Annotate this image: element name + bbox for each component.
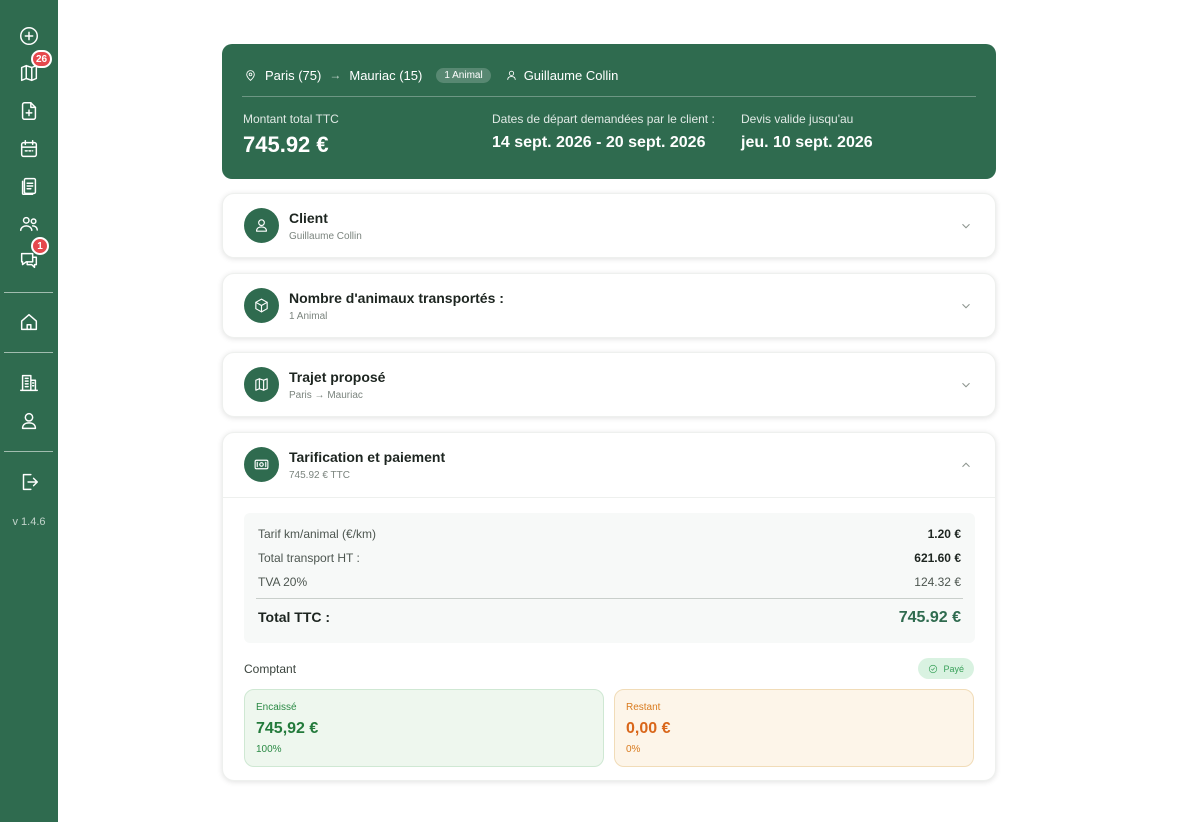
pricing-row: Total transport HT : 621.60 € <box>258 551 961 565</box>
logout-icon[interactable] <box>14 467 44 497</box>
location-pin-icon <box>246 69 255 81</box>
total-amount-block: Montant total TTC 745.92 € <box>243 112 339 158</box>
users-icon[interactable] <box>14 209 44 239</box>
origin-city: Paris (75) <box>265 67 322 83</box>
calendar-icon[interactable] <box>14 134 44 164</box>
section-subtitle: 745.92 € TTC <box>289 470 350 481</box>
messages-badge: 1 <box>31 237 49 255</box>
pricing-breakdown: Tarif km/animal (€/km) 1.20 € Total tran… <box>244 513 975 643</box>
map-icon <box>244 367 279 402</box>
pricing-body: Tarif km/animal (€/km) 1.20 € Total tran… <box>223 497 995 767</box>
messages-icon[interactable]: 1 <box>14 237 49 275</box>
section-subtitle: 1 Animal <box>289 311 328 322</box>
chevron-up-icon[interactable] <box>959 458 973 472</box>
pricing-row-label: Total transport HT : <box>258 551 360 565</box>
section-title: Trajet proposé <box>289 369 386 385</box>
pricing-row-label: TVA 20% <box>258 575 308 589</box>
quote-valid-block: Devis valide jusqu'au jeu. 10 sept. 2026 <box>741 112 873 152</box>
sidebar-divider <box>4 292 53 293</box>
banknote-icon <box>244 447 279 482</box>
sidebar-divider <box>4 352 53 353</box>
client-name: Guillaume Collin <box>523 67 619 83</box>
animal-count-pill: 1 Animal <box>436 67 491 83</box>
map-badge: 26 <box>31 50 53 68</box>
departure-dates-value: 14 sept. 2026 - 20 sept. 2026 <box>492 134 706 151</box>
chevron-down-icon[interactable] <box>959 378 973 392</box>
remaining-amount-card: Restant 0,00 € 0% <box>614 689 974 767</box>
animals-section-header[interactable]: Nombre d'animaux transportés : 1 Animal <box>223 274 995 338</box>
departure-dates-block: Dates de départ demandées par le client … <box>492 112 715 152</box>
user-icon <box>506 70 516 80</box>
section-title: Tarification et paiement <box>289 449 446 465</box>
departure-dates-label: Dates de départ demandées par le client … <box>492 112 715 126</box>
collected-value: 745,92 € <box>256 720 319 737</box>
route-section: Trajet proposé Paris → Mauriac <box>222 352 996 417</box>
pricing-row-value: 621.60 € <box>914 551 961 565</box>
pricing-total-value: 745.92 € <box>898 609 961 626</box>
documents-icon[interactable] <box>14 171 44 201</box>
home-icon[interactable] <box>14 307 44 337</box>
app-version: v 1.4.6 <box>12 516 46 528</box>
file-plus-icon[interactable] <box>14 96 44 126</box>
sidebar: 26 1 v 1.4.6 <box>0 0 58 822</box>
section-subtitle: Guillaume Collin <box>289 231 362 242</box>
add-circle-icon[interactable] <box>14 21 44 51</box>
collected-label: Encaissé <box>256 702 297 713</box>
section-subtitle: Paris → Mauriac <box>289 390 363 401</box>
client-section: Client Guillaume Collin <box>222 193 996 258</box>
box-icon <box>244 288 279 323</box>
pricing-row-value: 124.32 € <box>914 575 961 589</box>
header-divider <box>242 96 976 97</box>
remaining-percent: 0% <box>626 744 641 755</box>
route-summary: Paris (75) → Mauriac (15) 1 Animal Guill… <box>244 66 618 84</box>
chevron-down-icon[interactable] <box>959 299 973 313</box>
pricing-row-label: Tarif km/animal (€/km) <box>258 527 377 541</box>
collected-percent: 100% <box>256 744 282 755</box>
destination-city: Mauriac (15) <box>349 67 423 83</box>
route-section-header[interactable]: Trajet proposé Paris → Mauriac <box>223 353 995 417</box>
pricing-row: Tarif km/animal (€/km) 1.20 € <box>258 527 961 541</box>
building-icon[interactable] <box>14 368 44 398</box>
payment-status-label: Payé <box>943 663 964 674</box>
user-icon[interactable] <box>14 406 44 436</box>
pricing-total: Total TTC : 745.92 € <box>258 609 961 627</box>
quote-valid-value: jeu. 10 sept. 2026 <box>741 134 873 151</box>
check-circle-icon <box>929 664 938 673</box>
quote-valid-label: Devis valide jusqu'au <box>741 112 854 126</box>
client-section-header[interactable]: Client Guillaume Collin <box>223 194 995 258</box>
arrow-right-icon: → <box>329 68 342 82</box>
sidebar-divider <box>4 451 53 452</box>
quote-summary-card: Paris (75) → Mauriac (15) 1 Animal Guill… <box>222 44 996 179</box>
collected-amount-card: Encaissé 745,92 € 100% <box>244 689 604 767</box>
remaining-label: Restant <box>626 702 661 713</box>
pricing-section: Tarification et paiement 745.92 € TTC Ta… <box>222 432 996 781</box>
section-title: Client <box>289 210 328 226</box>
pricing-row: TVA 20% 124.32 € <box>258 575 961 589</box>
total-amount-label: Montant total TTC <box>243 112 339 126</box>
animals-section: Nombre d'animaux transportés : 1 Animal <box>222 273 996 338</box>
total-amount-value: 745.92 € <box>243 132 329 157</box>
pricing-section-header[interactable]: Tarification et paiement 745.92 € TTC <box>223 433 995 497</box>
map-icon[interactable]: 26 <box>14 50 53 88</box>
client-name-summary: Guillaume Collin <box>505 67 619 83</box>
payment-mode: Comptant <box>244 662 297 676</box>
pricing-row-value: 1.20 € <box>927 527 961 541</box>
user-icon <box>244 208 279 243</box>
section-title: Nombre d'animaux transportés : <box>289 290 504 306</box>
chevron-down-icon[interactable] <box>959 219 973 233</box>
pricing-divider <box>256 598 963 599</box>
payment-status-badge: Payé <box>918 658 974 679</box>
remaining-value: 0,00 € <box>626 720 671 737</box>
pricing-total-label: Total TTC : <box>258 609 331 625</box>
